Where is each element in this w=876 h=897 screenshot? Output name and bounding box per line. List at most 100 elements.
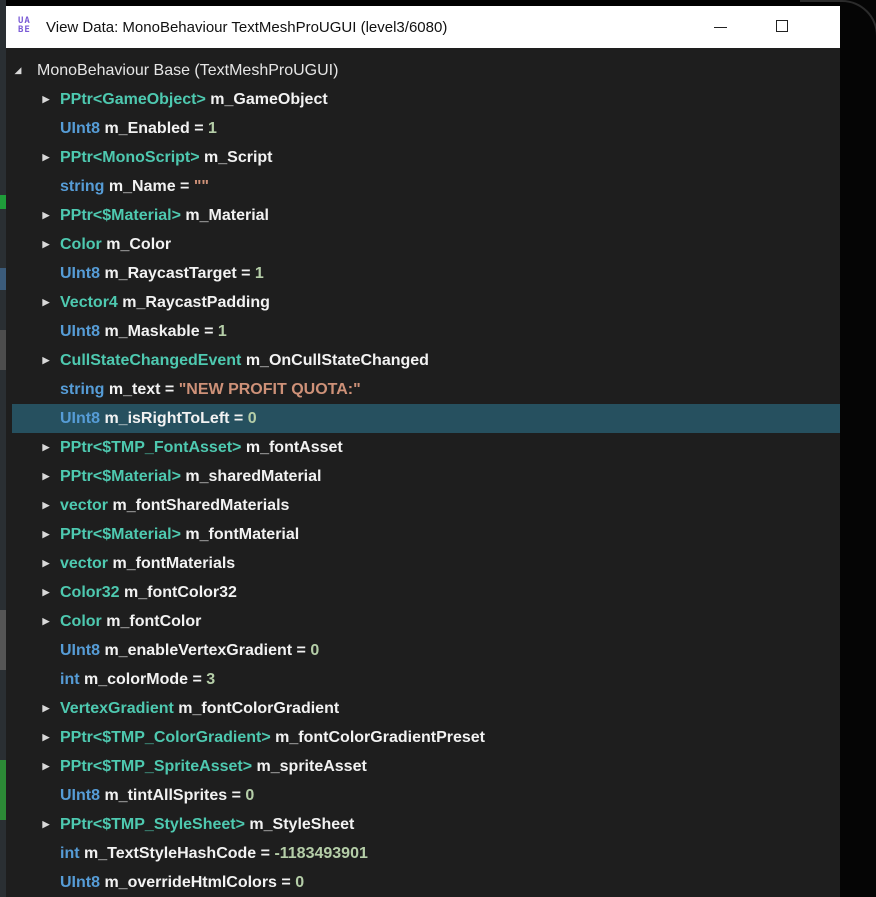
tree-row[interactable]: ▶ PPtr<$Material> m_Material bbox=[6, 201, 840, 230]
tree-row[interactable]: UInt8 m_enableVertexGradient = 0 bbox=[6, 636, 840, 665]
field-name: m_spriteAsset bbox=[256, 758, 367, 775]
field-name: m_fontColor32 bbox=[124, 584, 237, 601]
expand-arrow-icon[interactable]: ▶ bbox=[40, 288, 52, 317]
field-name: m_sharedMaterial bbox=[185, 468, 322, 485]
tree-row-label: UInt8 m_Enabled = 1 bbox=[60, 120, 217, 137]
tree-row[interactable]: ▶ Color32 m_fontColor32 bbox=[6, 578, 840, 607]
tree-row-label: vector m_fontMaterials bbox=[60, 549, 235, 578]
expand-arrow-icon[interactable]: ▶ bbox=[40, 230, 52, 259]
expand-arrow-icon[interactable]: ▶ bbox=[40, 752, 52, 781]
tree-row[interactable]: UInt8 m_overrideHtmlColors = 0 bbox=[6, 868, 840, 897]
field-value: 0 bbox=[245, 787, 255, 804]
tree-row-label: UInt8 m_Maskable = 1 bbox=[60, 323, 227, 340]
tree-row-label: vector m_fontSharedMaterials bbox=[60, 491, 289, 520]
field-value: "" bbox=[193, 178, 210, 195]
field-type: UInt8 bbox=[60, 787, 100, 804]
tree-row[interactable]: string m_text = "NEW PROFIT QUOTA:" bbox=[6, 375, 840, 404]
tree-row[interactable]: UInt8 m_tintAllSprites = 0 bbox=[6, 781, 840, 810]
expand-arrow-icon[interactable]: ▶ bbox=[40, 607, 52, 636]
desktop-background bbox=[800, 0, 876, 897]
tree-row[interactable]: ▶ vector m_fontMaterials bbox=[6, 549, 840, 578]
field-name: m_overrideHtmlColors bbox=[104, 874, 277, 891]
field-type: PPtr<$TMP_ColorGradient> bbox=[60, 729, 271, 746]
tree-row[interactable]: string m_Name = "" bbox=[6, 172, 840, 201]
tree-row[interactable]: ▶ CullStateChangedEvent m_OnCullStateChan… bbox=[6, 346, 840, 375]
tree-row-label: Vector4 m_RaycastPadding bbox=[60, 288, 270, 317]
field-name: m_Maskable bbox=[104, 323, 200, 340]
tree-row-label: PPtr<$TMP_ColorGradient> m_fontColorGrad… bbox=[60, 723, 485, 752]
tree-row-label: UInt8 m_RaycastTarget = 1 bbox=[60, 265, 264, 282]
tree-row-label: UInt8 m_isRightToLeft = 0 bbox=[60, 410, 257, 427]
field-type: vector bbox=[60, 497, 109, 514]
expand-arrow-icon[interactable]: ▶ bbox=[40, 433, 52, 462]
tree-row-label: UInt8 m_tintAllSprites = 0 bbox=[60, 787, 255, 804]
data-tree[interactable]: ◢ MonoBehaviour Base (TextMeshProUGUI) ▶… bbox=[6, 56, 840, 897]
expand-arrow-icon[interactable]: ▶ bbox=[40, 694, 52, 723]
expand-arrow-icon[interactable]: ▶ bbox=[40, 462, 52, 491]
tree-row[interactable]: int m_TextStyleHashCode = -1183493901 bbox=[6, 839, 840, 868]
field-value: 0 bbox=[310, 642, 320, 659]
expanded-arrow-icon[interactable]: ◢ bbox=[12, 56, 24, 85]
field-type: PPtr<$Material> bbox=[60, 526, 181, 543]
tree-row[interactable]: ▶ VertexGradient m_fontColorGradient bbox=[6, 694, 840, 723]
tree-row-label: string m_Name = "" bbox=[60, 178, 210, 195]
field-type: PPtr<$Material> bbox=[60, 207, 181, 224]
field-name: m_Color bbox=[106, 236, 172, 253]
field-name: m_RaycastTarget bbox=[104, 265, 237, 282]
field-value: -1183493901 bbox=[274, 845, 368, 862]
field-type: UInt8 bbox=[60, 265, 100, 282]
expand-arrow-icon[interactable]: ▶ bbox=[40, 201, 52, 230]
tree-row[interactable]: ▶ PPtr<$TMP_ColorGradient> m_fontColorGra… bbox=[6, 723, 840, 752]
tree-row-label: PPtr<$Material> m_sharedMaterial bbox=[60, 462, 321, 491]
field-value: 0 bbox=[295, 874, 305, 891]
field-name: m_OnCullStateChanged bbox=[245, 352, 429, 369]
expand-arrow-icon[interactable]: ▶ bbox=[40, 491, 52, 520]
expand-arrow-icon[interactable]: ▶ bbox=[40, 549, 52, 578]
field-value: 0 bbox=[247, 410, 257, 427]
expand-arrow-icon[interactable]: ▶ bbox=[40, 143, 52, 172]
field-type: UInt8 bbox=[60, 874, 100, 891]
title-bar[interactable]: UA BE View Data: MonoBehaviour TextMeshP… bbox=[6, 6, 840, 48]
tree-row[interactable]: ▶ Color m_fontColor bbox=[6, 607, 840, 636]
field-type: PPtr<$TMP_StyleSheet> bbox=[60, 816, 245, 833]
tree-row-label: VertexGradient m_fontColorGradient bbox=[60, 694, 339, 723]
expand-arrow-icon[interactable]: ▶ bbox=[40, 723, 52, 752]
expand-arrow-icon[interactable]: ▶ bbox=[40, 810, 52, 839]
tree-row[interactable]: ▶ PPtr<$TMP_FontAsset> m_fontAsset bbox=[6, 433, 840, 462]
tree-row[interactable]: UInt8 m_Enabled = 1 bbox=[6, 114, 840, 143]
field-name: m_fontMaterial bbox=[185, 526, 300, 543]
expand-arrow-icon[interactable]: ▶ bbox=[40, 85, 52, 114]
field-name: m_RaycastPadding bbox=[122, 294, 270, 311]
window-title: View Data: MonoBehaviour TextMeshProUGUI… bbox=[46, 18, 448, 36]
tree-root-row[interactable]: ◢ MonoBehaviour Base (TextMeshProUGUI) bbox=[6, 56, 840, 85]
tree-row-label: int m_colorMode = 3 bbox=[60, 671, 216, 688]
maximize-button[interactable] bbox=[760, 6, 806, 48]
tree-row[interactable]: ▶ PPtr<$Material> m_sharedMaterial bbox=[6, 462, 840, 491]
tree-row[interactable]: ▶ vector m_fontSharedMaterials bbox=[6, 491, 840, 520]
minimize-button[interactable] bbox=[698, 6, 744, 48]
expand-arrow-icon[interactable]: ▶ bbox=[40, 520, 52, 549]
field-value: 1 bbox=[208, 120, 217, 137]
field-name: m_GameObject bbox=[210, 91, 328, 108]
tree-row[interactable]: ▶ PPtr<$Material> m_fontMaterial bbox=[6, 520, 840, 549]
tree-row[interactable]: UInt8 m_Maskable = 1 bbox=[6, 317, 840, 346]
field-value: 3 bbox=[206, 671, 216, 688]
tree-row[interactable]: ▶ PPtr<$TMP_SpriteAsset> m_spriteAsset bbox=[6, 752, 840, 781]
tree-row[interactable]: ▶ PPtr<GameObject> m_GameObject bbox=[6, 85, 840, 114]
field-type: VertexGradient bbox=[60, 700, 174, 717]
field-name: m_isRightToLeft bbox=[104, 410, 230, 427]
expand-arrow-icon[interactable]: ▶ bbox=[40, 578, 52, 607]
tree-row-label: UInt8 m_overrideHtmlColors = 0 bbox=[60, 874, 305, 891]
field-name: m_fontAsset bbox=[245, 439, 343, 456]
field-type: string bbox=[60, 178, 105, 195]
tree-row[interactable]: int m_colorMode = 3 bbox=[6, 665, 840, 694]
tree-row[interactable]: UInt8 m_RaycastTarget = 1 bbox=[6, 259, 840, 288]
tree-row[interactable]: ▶ Color m_Color bbox=[6, 230, 840, 259]
tree-row-label: int m_TextStyleHashCode = -1183493901 bbox=[60, 845, 368, 862]
expand-arrow-icon[interactable]: ▶ bbox=[40, 346, 52, 375]
tree-row[interactable]: ▶ Vector4 m_RaycastPadding bbox=[6, 288, 840, 317]
tree-row[interactable]: ▶ PPtr<$TMP_StyleSheet> m_StyleSheet bbox=[6, 810, 840, 839]
tree-row-label: PPtr<$TMP_StyleSheet> m_StyleSheet bbox=[60, 810, 354, 839]
tree-row[interactable]: UInt8 m_isRightToLeft = 0 bbox=[12, 404, 840, 433]
tree-row[interactable]: ▶ PPtr<MonoScript> m_Script bbox=[6, 143, 840, 172]
